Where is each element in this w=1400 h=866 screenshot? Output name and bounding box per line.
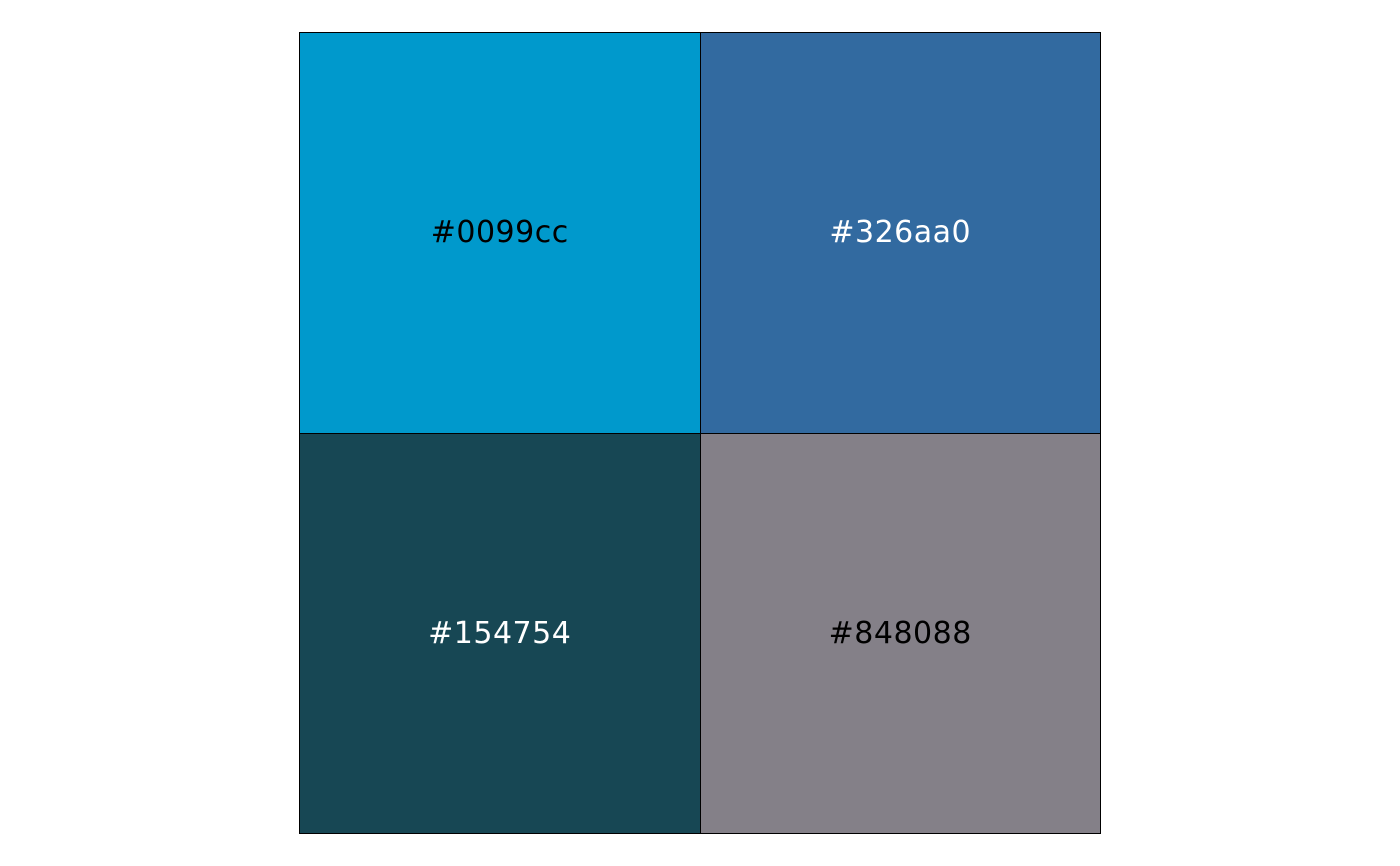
swatch-hex-label: #0099cc <box>430 215 569 251</box>
color-swatch: #154754 <box>300 433 701 834</box>
color-swatch: #848088 <box>700 433 1101 834</box>
swatch-hex-label: #848088 <box>828 615 972 651</box>
swatch-hex-label: #154754 <box>428 615 572 651</box>
color-swatch: #0099cc <box>300 33 701 434</box>
color-palette-grid: #0099cc #326aa0 #154754 #848088 <box>299 32 1101 834</box>
color-swatch: #326aa0 <box>700 33 1101 434</box>
swatch-hex-label: #326aa0 <box>829 215 972 251</box>
